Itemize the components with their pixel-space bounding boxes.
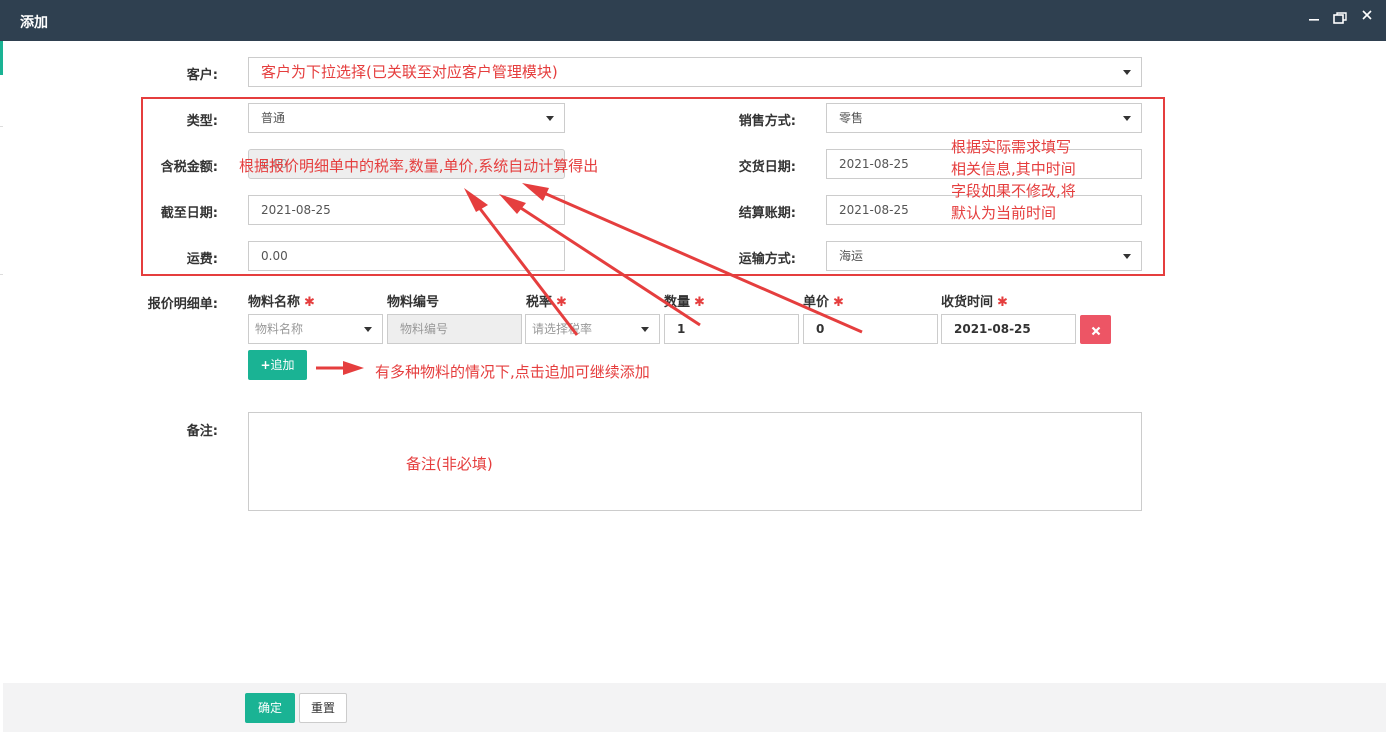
sale-mode-select-value: 零售 [839, 111, 864, 125]
transport-label: 运输方式: [738, 252, 796, 267]
sale-mode-select[interactable]: 零售 [826, 103, 1142, 133]
caret-down-icon [1123, 116, 1131, 121]
fill-info-annotation-3: 字段如果不修改,将 [951, 182, 1076, 200]
caret-down-icon [546, 116, 554, 121]
cutoff-date-input[interactable]: 2021-08-25 [248, 195, 565, 225]
delivery-date-value: 2021-08-25 [839, 157, 909, 171]
col-quantity: 数量 ✱ [664, 291, 705, 310]
remark-textarea[interactable] [248, 412, 1142, 511]
freight-value: 0.00 [261, 249, 288, 263]
quantity-value: 1 [677, 322, 686, 336]
price-value: 0 [816, 322, 825, 336]
add-more-annotation: 有多种物料的情况下,点击追加可继续添加 [375, 363, 650, 381]
type-select-value: 普通 [261, 111, 286, 125]
settle-period-label: 结算账期: [738, 206, 796, 221]
settle-period-value: 2021-08-25 [839, 203, 909, 217]
material-code-placeholder: 物料编号 [400, 322, 449, 336]
col-tax-rate: 税率 ✱ [526, 291, 567, 310]
tax-rate-placeholder: 请选择税率 [532, 322, 593, 336]
times-icon [1091, 325, 1101, 339]
customer-select[interactable]: 客户为下拉选择(已关联至对应客户管理模块) [248, 57, 1142, 87]
required-mark: ✱ [833, 295, 844, 310]
left-divider [0, 126, 3, 127]
col-price: 单价 ✱ [803, 291, 844, 310]
col-receive-time: 收货时间 ✱ [941, 291, 1008, 310]
required-mark: ✱ [304, 295, 315, 310]
col-material-code: 物料编号 [387, 291, 439, 310]
customer-label: 客户: [186, 68, 218, 83]
tax-rate-select[interactable]: 请选择税率 [525, 314, 660, 344]
delete-row-button[interactable] [1080, 315, 1111, 344]
required-mark: ✱ [694, 295, 705, 310]
caret-down-icon [641, 327, 649, 332]
close-icon[interactable] [1361, 9, 1373, 25]
col-receive-time-text: 收货时间 [941, 295, 994, 310]
add-row-label: 追加 [270, 358, 295, 372]
tax-calc-annotation: 根据报价明细单中的税率,数量,单价,系统自动计算得出 [239, 157, 599, 175]
type-label: 类型: [186, 114, 218, 129]
fill-info-annotation-2: 相关信息,其中时间 [951, 160, 1076, 178]
caret-down-icon [1123, 70, 1131, 75]
confirm-button[interactable]: 确定 [245, 693, 295, 723]
col-price-text: 单价 [803, 295, 830, 310]
fill-info-annotation-4: 默认为当前时间 [951, 204, 1057, 222]
left-edge-accent [0, 41, 3, 75]
material-name-placeholder: 物料名称 [255, 322, 304, 336]
col-tax-rate-text: 税率 [526, 295, 553, 310]
price-input[interactable]: 0 [803, 314, 938, 344]
receive-time-value: 2021-08-25 [954, 322, 1031, 336]
col-material-code-text: 物料编号 [387, 295, 440, 310]
required-mark: ✱ [556, 295, 567, 310]
material-name-select[interactable]: 物料名称 [248, 314, 383, 344]
cutoff-date-label: 截至日期: [160, 206, 218, 221]
restore-icon[interactable] [1333, 12, 1347, 28]
left-divider [0, 274, 3, 275]
receive-time-input[interactable]: 2021-08-25 [941, 314, 1076, 344]
transport-select-value: 海运 [839, 249, 864, 263]
minimize-icon[interactable] [1307, 8, 1321, 26]
remark-label: 备注: [186, 424, 218, 439]
reset-button[interactable]: 重置 [299, 693, 347, 723]
customer-select-value: 客户为下拉选择(已关联至对应客户管理模块) [261, 63, 558, 81]
freight-input[interactable]: 0.00 [248, 241, 565, 271]
col-material-name-text: 物料名称 [248, 295, 301, 310]
plus-icon: + [260, 358, 271, 372]
fill-info-annotation-1: 根据实际需求填写 [951, 138, 1072, 156]
freight-label: 运费: [186, 252, 218, 267]
window-title: 添加 [20, 15, 48, 31]
remark-annotation: 备注(非必填) [406, 455, 493, 473]
col-quantity-text: 数量 [664, 295, 691, 310]
caret-down-icon [1123, 254, 1131, 259]
col-material-name: 物料名称 ✱ [248, 291, 315, 310]
add-row-button[interactable]: +追加 [248, 350, 307, 380]
tax-amount-label: 含税金额: [160, 160, 218, 175]
type-select[interactable]: 普通 [248, 103, 565, 133]
required-mark: ✱ [997, 295, 1008, 310]
caret-down-icon [364, 327, 372, 332]
cutoff-date-value: 2021-08-25 [261, 203, 331, 217]
delivery-date-label: 交货日期: [738, 160, 796, 175]
window-titlebar: 添加 [0, 0, 1386, 41]
sale-mode-label: 销售方式: [738, 114, 796, 129]
transport-select[interactable]: 海运 [826, 241, 1142, 271]
footer-bar [3, 683, 1386, 732]
detail-label: 报价明细单: [147, 297, 218, 312]
material-code-input[interactable]: 物料编号 [387, 314, 522, 344]
quantity-input[interactable]: 1 [664, 314, 799, 344]
